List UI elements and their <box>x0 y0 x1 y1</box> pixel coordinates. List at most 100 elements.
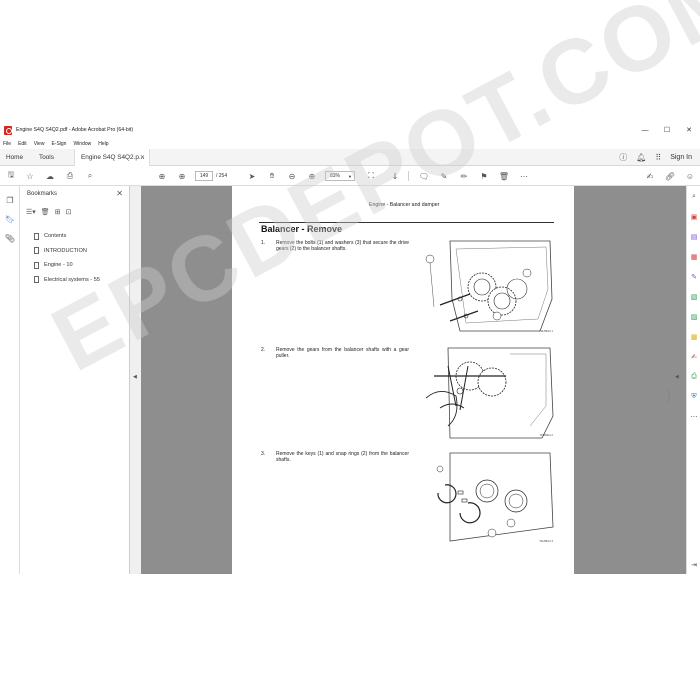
vertical-scrollbar[interactable] <box>668 390 670 402</box>
comment-icon[interactable]: 🗨︎ <box>418 170 430 182</box>
menu-file[interactable]: File <box>3 141 11 147</box>
combine-files-icon[interactable]: ▤ <box>689 232 699 242</box>
bookmark-icon <box>34 232 39 240</box>
bookmark-tools: ☰▾ 🗑︎ ⊞ ⊡ <box>26 208 76 216</box>
zoom-search-icon[interactable]: ⌕ <box>84 170 96 182</box>
sign-in-button[interactable]: Sign In <box>670 154 692 161</box>
options-menu-icon[interactable]: ☰▾ <box>26 208 36 216</box>
menu-window[interactable]: Window <box>73 141 91 147</box>
highlight-pen-icon[interactable]: ✎ <box>438 170 450 182</box>
upload-cloud-icon[interactable]: ☁ <box>44 170 56 182</box>
step-number: 1. <box>261 240 266 246</box>
share-link-icon[interactable]: 🔗︎ <box>664 170 676 182</box>
document-viewport[interactable]: Engine - Balancer and damper Balancer - … <box>141 186 686 574</box>
step-text: Remove the gears from the balancer shaft… <box>276 347 409 359</box>
bookmarks-title: Bookmarks <box>27 191 58 197</box>
print-icon[interactable]: ⎙ <box>64 170 76 182</box>
maximize-icon[interactable]: ☐ <box>656 122 678 138</box>
page-fit-icon[interactable]: ⛶ <box>365 170 377 182</box>
fill-sign-icon[interactable]: ✍︎ <box>689 352 699 362</box>
bookmark-label: INTRODUCTION <box>44 247 87 254</box>
zoom-out-icon[interactable]: ⊖ <box>286 170 298 182</box>
section-title: Balancer - Remove <box>261 224 343 234</box>
bookmark-label: Contents <box>44 233 67 240</box>
more-tools-icon[interactable]: ⋯ <box>518 170 530 182</box>
expand-panel-icon[interactable]: ⇥ <box>689 560 699 570</box>
gear-puller-illustration <box>425 347 554 439</box>
protect-shield-icon[interactable]: ⛨ <box>689 392 699 402</box>
next-page-icon[interactable]: ⊕ <box>176 170 188 182</box>
account-area: ⓘ 🔔︎ ⠿ Sign In <box>610 149 692 166</box>
toolbar-divider <box>408 171 409 181</box>
sign-pen-icon[interactable]: ✍︎ <box>644 170 656 182</box>
organize-pages-icon[interactable]: ▦ <box>689 252 699 262</box>
title-bar: Engine S4Q S4Q2.pdf - Adobe Acrobat Pro … <box>0 122 700 138</box>
window-title: Engine S4Q S4Q2.pdf - Adobe Acrobat Pro … <box>16 127 134 133</box>
figure-keys-snap-rings: 701/89/12 3 <box>420 451 555 547</box>
collapse-left-panel-icon[interactable]: ◀ <box>133 374 137 380</box>
bookmark-item-introduction[interactable]: INTRODUCTION <box>34 244 100 259</box>
delete-trash-icon[interactable]: 🗑︎ <box>498 170 510 182</box>
zoom-in-icon[interactable]: ⊕ <box>306 170 318 182</box>
delete-bookmark-icon[interactable]: 🗑︎ <box>41 208 50 216</box>
attachments-clip-icon[interactable]: 📎︎ <box>4 232 16 244</box>
print-production-icon[interactable]: ⎙ <box>689 372 699 382</box>
bookmarks-panel: Bookmarks ✕ ☰▾ 🗑︎ ⊞ ⊡ Contents INTRODUCT… <box>20 186 130 574</box>
save-icon[interactable]: 🖫︎ <box>5 170 17 182</box>
chevron-down-icon: ▼ <box>348 173 352 179</box>
export-pdf-icon[interactable]: ▧ <box>689 292 699 302</box>
previous-page-icon[interactable]: ⊕ <box>156 170 168 182</box>
apps-grid-icon[interactable]: ⠿ <box>655 153 661 162</box>
left-nav-strip: ❐ 🔖︎ 📎︎ <box>0 186 20 574</box>
help-icon[interactable]: ⓘ <box>619 152 627 163</box>
collapse-right-panel-icon[interactable]: ◀ <box>675 374 679 380</box>
comment-tool-icon[interactable]: ▩ <box>689 332 699 342</box>
search-icon[interactable]: ⌕ <box>689 192 699 202</box>
page-thumbnails-icon[interactable]: ❐ <box>4 194 16 206</box>
figure-gear-bolts: 701/89/10 1 <box>420 239 555 337</box>
hand-tool-icon[interactable]: ✋︎ <box>266 170 278 182</box>
menu-help[interactable]: Help <box>98 141 108 147</box>
bookmark-item-contents[interactable]: Contents <box>34 229 100 244</box>
bookmark-list: Contents INTRODUCTION Engine - 10 Electr… <box>34 229 100 287</box>
new-bookmark-icon[interactable]: ⊞ <box>55 208 61 216</box>
scroll-mode-icon[interactable]: ⇓ <box>389 170 401 182</box>
scan-ocr-icon[interactable]: ▨ <box>689 312 699 322</box>
draw-pencil-icon[interactable]: ✏︎ <box>458 170 470 182</box>
step-number: 2. <box>261 347 266 353</box>
create-pdf-icon[interactable]: ▣ <box>689 212 699 222</box>
acrobat-window: Engine S4Q S4Q2.pdf - Adobe Acrobat Pro … <box>0 122 700 574</box>
tab-home[interactable]: Home <box>6 149 23 166</box>
edit-pdf-icon[interactable]: ✎ <box>689 272 699 282</box>
window-controls: — ☐ ✕ <box>634 122 700 138</box>
pdf-page: Engine - Balancer and damper Balancer - … <box>232 186 574 574</box>
tab-tools[interactable]: Tools <box>39 149 54 166</box>
close-window-icon[interactable]: ✕ <box>678 122 700 138</box>
bookmark-star-icon[interactable]: ☆ <box>24 170 36 182</box>
menu-e-sign[interactable]: E-Sign <box>51 141 66 147</box>
bookmark-icon <box>34 261 39 269</box>
close-tab-icon[interactable]: ✕ <box>140 154 145 161</box>
select-cursor-icon[interactable]: ➤ <box>246 170 258 182</box>
figure-caption: 701/89/11 2 <box>539 434 553 437</box>
add-tagged-bookmark-icon[interactable]: ⊡ <box>66 208 72 216</box>
close-panel-icon[interactable]: ✕ <box>116 189 123 198</box>
bookmark-item-electrical[interactable]: Electrical systems - 55 <box>34 273 100 288</box>
figure-gear-puller: 701/89/11 2 <box>420 346 555 441</box>
tab-document[interactable]: Engine S4Q S4Q2.p... ✕ <box>74 149 150 166</box>
page-number-input[interactable]: 149 <box>195 171 213 181</box>
menu-view[interactable]: View <box>34 141 45 147</box>
bookmark-icon <box>34 247 39 255</box>
stamp-icon[interactable]: ⚑ <box>478 170 490 182</box>
bookmark-item-engine[interactable]: Engine - 10 <box>34 258 100 273</box>
more-tools-icon[interactable]: ⋯ <box>689 412 699 422</box>
notifications-bell-icon[interactable]: 🔔︎ <box>636 153 646 162</box>
figure-caption: 701/89/12 3 <box>539 540 553 543</box>
profile-icon[interactable]: ☺ <box>684 170 696 182</box>
tab-bar: Home Tools Engine S4Q S4Q2.p... ✕ ⓘ 🔔︎ ⠿… <box>0 149 700 166</box>
minimize-icon[interactable]: — <box>634 122 656 138</box>
bookmarks-ribbon-icon[interactable]: 🔖︎ <box>4 213 16 225</box>
main-toolbar: 🖫︎ ☆ ☁ ⎙ ⌕ ⊕ ⊕ 149 / 254 ➤ ✋︎ ⊖ ⊕ 83% ▼ … <box>0 166 700 186</box>
menu-edit[interactable]: Edit <box>18 141 27 147</box>
zoom-level-select[interactable]: 83% ▼ <box>325 171 355 181</box>
